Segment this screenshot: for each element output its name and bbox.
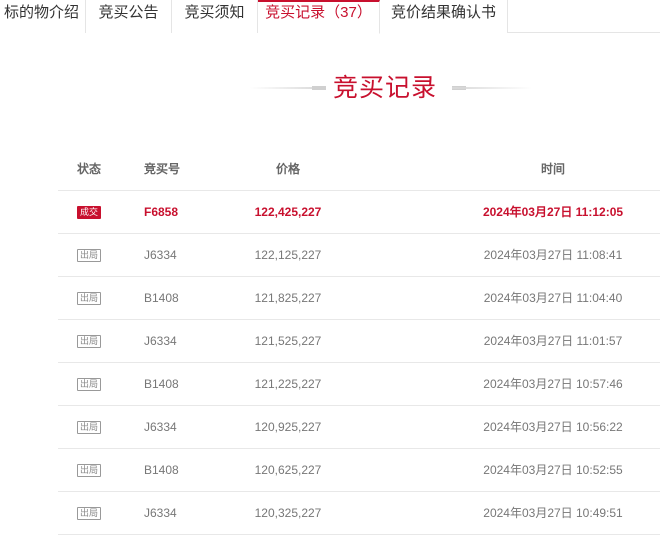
- status-cell: 出局: [58, 277, 120, 320]
- header-time: 时间: [540, 162, 565, 176]
- time-cell: 2024年03月27日 11:01:57: [483, 334, 623, 348]
- table-row: 出局 B1408 121,825,227 2024年03月27日 11:04:40: [58, 277, 660, 320]
- status-cell: 出局: [58, 363, 120, 406]
- time-cell: 2024年03月27日 10:49:51: [483, 506, 623, 520]
- status-cell: 出局: [58, 234, 120, 277]
- status-badge: 出局: [76, 507, 101, 521]
- price-cell: 122,425,227: [254, 205, 322, 219]
- status-cell: 出局: [58, 406, 120, 449]
- table-row: 出局 J6334 120,325,227 2024年03月27日 10:49:51: [58, 492, 660, 535]
- bid-no-cell: J6334: [144, 334, 177, 348]
- table-row: 出局 J6334 122,125,227 2024年03月27日 11:08:41: [58, 234, 660, 277]
- price-cell: 121,825,227: [254, 291, 322, 305]
- bid-no-cell: B1408: [144, 463, 179, 477]
- header-status: 状态: [76, 162, 101, 176]
- status-cell: 出局: [58, 492, 120, 535]
- price-cell: 121,525,227: [254, 334, 322, 348]
- table-row: 成交 F6858 122,425,227 2024年03月27日 11:12:05: [58, 191, 660, 234]
- bid-records-table: 状态 竞买号 价格 时间 成交 F6858 122,425,227 2024年03月2…: [58, 148, 660, 535]
- tab-bid-records[interactable]: 竞买记录（37）: [258, 0, 380, 34]
- title-decoration-bar-left: [312, 86, 326, 90]
- status-badge: 出局: [76, 249, 101, 263]
- status-badge: 出局: [76, 378, 101, 392]
- time-cell: 2024年03月27日 11:04:40: [483, 291, 623, 305]
- time-cell: 2024年03月27日 10:57:46: [483, 377, 623, 391]
- time-cell: 2024年03月27日 10:52:55: [483, 463, 623, 477]
- status-badge: 出局: [76, 292, 101, 306]
- section-title: 竞买记录: [333, 74, 438, 102]
- tab-confirmation[interactable]: 竞价结果确认书: [380, 0, 508, 33]
- header-bid-no: 竞买号: [144, 162, 181, 176]
- status-cell: 出局: [58, 449, 120, 492]
- tab-item-intro[interactable]: 标的物介绍: [0, 0, 86, 33]
- status-cell: 成交: [58, 191, 120, 234]
- status-badge: 出局: [76, 421, 101, 435]
- time-cell: 2024年03月27日 11:08:41: [483, 248, 623, 262]
- bid-no-cell: J6334: [144, 420, 177, 434]
- price-cell: 120,325,227: [254, 506, 322, 520]
- price-cell: 120,625,227: [254, 463, 322, 477]
- bid-no-cell: B1408: [144, 291, 179, 305]
- table-row: 出局 J6334 121,525,227 2024年03月27日 11:01:57: [58, 320, 660, 363]
- price-cell: 122,125,227: [254, 248, 322, 262]
- price-cell: 121,225,227: [254, 377, 322, 391]
- status-badge: 成交: [76, 206, 101, 220]
- table-header: 状态 竞买号 价格 时间: [58, 148, 660, 191]
- status-badge: 出局: [76, 464, 101, 478]
- tab-notice[interactable]: 竞买须知: [172, 0, 258, 33]
- time-cell: 2024年03月27日 11:12:05: [482, 205, 624, 219]
- table-row: 出局 J6334 120,925,227 2024年03月27日 10:56:22: [58, 406, 660, 449]
- status-cell: 出局: [58, 320, 120, 363]
- tab-bar: 标的物介绍 竞买公告 竞买须知 竞买记录（37） 竞价结果确认书: [0, 0, 660, 34]
- bid-no-cell: J6334: [144, 248, 177, 262]
- status-badge: 出局: [76, 335, 101, 349]
- price-cell: 120,925,227: [254, 420, 322, 434]
- tab-announcement[interactable]: 竞买公告: [86, 0, 172, 33]
- header-price: 价格: [275, 162, 300, 176]
- table-row: 出局 B1408 120,625,227 2024年03月27日 10:52:55: [58, 449, 660, 492]
- time-cell: 2024年03月27日 10:56:22: [483, 420, 623, 434]
- title-decoration-right: [452, 87, 532, 89]
- bid-no-cell: F6858: [144, 205, 179, 219]
- bid-no-cell: J6334: [144, 506, 177, 520]
- bid-no-cell: B1408: [144, 377, 179, 391]
- table-row: 出局 B1408 121,225,227 2024年03月27日 10:57:46: [58, 363, 660, 406]
